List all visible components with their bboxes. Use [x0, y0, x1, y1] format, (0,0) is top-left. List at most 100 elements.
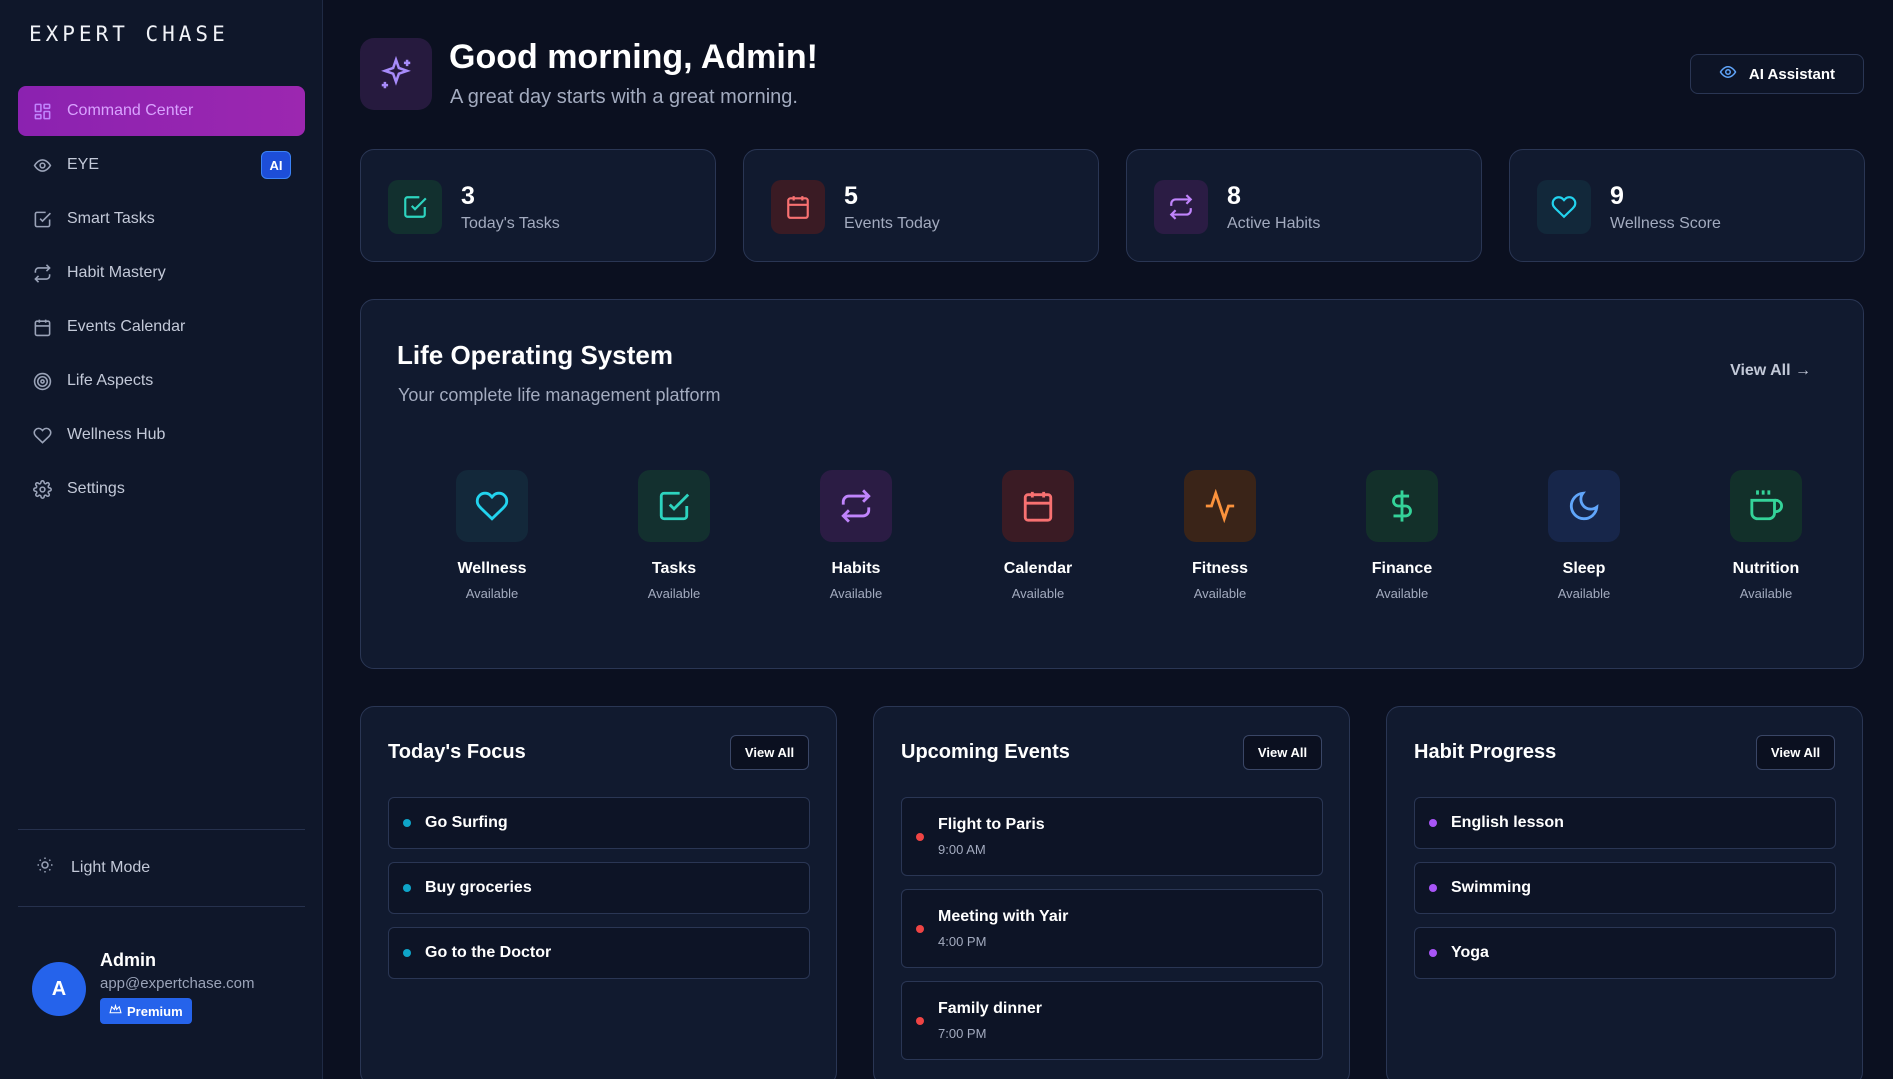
item-label: Go Surfing	[425, 814, 508, 831]
crown-icon	[109, 1003, 122, 1019]
event-name: Family dinner	[938, 1000, 1043, 1017]
sidebar-item-command-center[interactable]: Command Center	[18, 86, 305, 136]
grid-icon	[32, 101, 52, 121]
event-item[interactable]: Meeting with Yair 4:00 PM	[901, 889, 1323, 968]
ai-assistant-button[interactable]: AI Assistant	[1690, 54, 1864, 94]
app-status: Available	[1557, 586, 1611, 601]
app-name: Nutrition	[1732, 560, 1800, 577]
coffee-icon	[1730, 470, 1802, 542]
view-all-button[interactable]: View All	[730, 735, 809, 770]
todays-focus-panel: Today's Focus View All Go Surfing Buy gr…	[360, 706, 837, 1079]
bullet-dot	[403, 884, 411, 892]
event-item[interactable]: Flight to Paris 9:00 AM	[901, 797, 1323, 876]
stat-card-tasks[interactable]: 3 Today's Tasks	[360, 149, 716, 262]
sidebar-item-settings[interactable]: Settings	[18, 464, 305, 514]
gear-icon	[32, 479, 52, 499]
app-name: Wellness	[457, 560, 527, 577]
panel-title: Upcoming Events	[901, 741, 1070, 763]
user-email: app@expertchase.com	[100, 975, 255, 992]
sun-icon	[36, 856, 54, 879]
stat-label: Active Habits	[1227, 215, 1321, 232]
focus-list: Go Surfing Buy groceries Go to the Docto…	[388, 797, 810, 992]
app-fitness[interactable]: Fitness Available	[1129, 470, 1311, 601]
app-nutrition[interactable]: Nutrition Available	[1675, 470, 1857, 601]
list-item[interactable]: Swimming	[1414, 862, 1836, 914]
bullet-dot	[916, 1016, 924, 1025]
app-name: Sleep	[1562, 560, 1606, 577]
sidebar: EXPERT CHASE Command Center EYE AI Smart…	[0, 0, 323, 1079]
stat-card-wellness[interactable]: 9 Wellness Score	[1509, 149, 1865, 262]
sidebar-item-habit-mastery[interactable]: Habit Mastery	[18, 248, 305, 298]
light-mode-toggle[interactable]: Light Mode	[36, 856, 150, 879]
list-item[interactable]: Go Surfing	[388, 797, 810, 849]
app-wellness[interactable]: Wellness Available	[401, 470, 583, 601]
sidebar-item-eye[interactable]: EYE AI	[18, 140, 305, 190]
app-tasks[interactable]: Tasks Available	[583, 470, 765, 601]
stat-value: 9	[1610, 182, 1624, 210]
app-name: Fitness	[1191, 560, 1248, 577]
event-name: Meeting with Yair	[938, 908, 1069, 925]
avatar[interactable]: A	[32, 962, 86, 1016]
app-name: Habits	[831, 560, 881, 577]
bullet-dot	[403, 819, 411, 827]
list-item[interactable]: English lesson	[1414, 797, 1836, 849]
bullet-dot	[916, 924, 924, 933]
calendar-icon	[32, 317, 52, 337]
user-profile[interactable]: A Admin app@expertchase.com Premium	[32, 950, 254, 1024]
view-all-button[interactable]: View All	[1243, 735, 1322, 770]
app-calendar[interactable]: Calendar Available	[947, 470, 1129, 601]
stat-card-habits[interactable]: 8 Active Habits	[1126, 149, 1482, 262]
premium-label: Premium	[127, 1003, 183, 1019]
moon-icon	[1548, 470, 1620, 542]
stat-card-events[interactable]: 5 Events Today	[743, 149, 1099, 262]
stat-value: 5	[844, 182, 858, 210]
los-view-all-link[interactable]: View All →	[1730, 362, 1811, 380]
item-label: Swimming	[1451, 879, 1532, 896]
stat-label: Wellness Score	[1610, 215, 1721, 232]
sparkle-icon	[360, 38, 432, 110]
app-status: Available	[1375, 586, 1429, 601]
view-all-button[interactable]: View All	[1756, 735, 1835, 770]
sidebar-item-life-aspects[interactable]: Life Aspects	[18, 356, 305, 406]
sidebar-item-smart-tasks[interactable]: Smart Tasks	[18, 194, 305, 244]
premium-badge: Premium	[100, 998, 192, 1024]
app-sleep[interactable]: Sleep Available	[1493, 470, 1675, 601]
app-finance[interactable]: Finance Available	[1311, 470, 1493, 601]
list-item[interactable]: Go to the Doctor	[388, 927, 810, 979]
check-square-icon	[388, 180, 442, 234]
stat-label: Events Today	[844, 215, 940, 232]
habit-progress-panel: Habit Progress View All English lesson S…	[1386, 706, 1863, 1079]
user-name: Admin	[100, 950, 156, 970]
list-item[interactable]: Buy groceries	[388, 862, 810, 914]
event-item[interactable]: Family dinner 7:00 PM	[901, 981, 1323, 1060]
heart-icon	[1537, 180, 1591, 234]
calendar-icon	[1002, 470, 1074, 542]
target-icon	[32, 371, 52, 391]
panel-title: Today's Focus	[388, 741, 526, 763]
dollar-icon	[1366, 470, 1438, 542]
sidebar-nav: Command Center EYE AI Smart Tasks Habit …	[18, 86, 305, 518]
repeat-icon	[820, 470, 892, 542]
heart-icon	[32, 425, 52, 445]
check-square-icon	[32, 209, 52, 229]
sidebar-divider	[18, 906, 305, 907]
app-name: Tasks	[651, 560, 697, 577]
calendar-icon	[771, 180, 825, 234]
sidebar-item-label: Wellness Hub	[67, 426, 166, 443]
list-item[interactable]: Yoga	[1414, 927, 1836, 979]
item-label: English lesson	[1451, 814, 1564, 831]
events-list: Flight to Paris 9:00 AM Meeting with Yair…	[901, 797, 1323, 1073]
bullet-dot	[1429, 884, 1437, 892]
heart-icon	[456, 470, 528, 542]
panel-title: Habit Progress	[1414, 741, 1557, 763]
upcoming-events-panel: Upcoming Events View All Flight to Paris…	[873, 706, 1350, 1079]
sidebar-item-label: Habit Mastery	[67, 264, 166, 281]
brand-logo: EXPERT CHASE	[29, 22, 229, 46]
habits-list: English lesson Swimming Yoga	[1414, 797, 1836, 992]
sidebar-item-wellness-hub[interactable]: Wellness Hub	[18, 410, 305, 460]
sidebar-item-label: Settings	[67, 480, 125, 497]
stat-label: Today's Tasks	[461, 215, 560, 232]
app-habits[interactable]: Habits Available	[765, 470, 947, 601]
eye-icon	[32, 155, 52, 175]
sidebar-item-events-calendar[interactable]: Events Calendar	[18, 302, 305, 352]
